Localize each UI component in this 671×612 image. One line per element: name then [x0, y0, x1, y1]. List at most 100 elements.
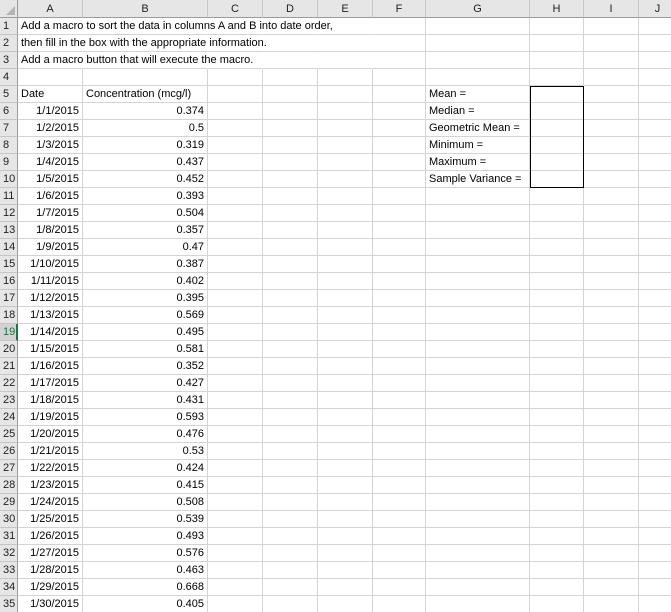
cell-c6[interactable] [208, 103, 263, 120]
row-header-26[interactable]: 26 [0, 443, 18, 460]
cell-g28[interactable] [426, 477, 530, 494]
cell-j13[interactable] [639, 222, 671, 239]
cell-i29[interactable] [584, 494, 639, 511]
cell-e6[interactable] [318, 103, 373, 120]
cell-g15[interactable] [426, 256, 530, 273]
cell-c8[interactable] [208, 137, 263, 154]
cell-b18[interactable]: 0.569 [83, 307, 208, 324]
cell-e21[interactable] [318, 358, 373, 375]
cell-g14[interactable] [426, 239, 530, 256]
cell-c25[interactable] [208, 426, 263, 443]
cell-d5[interactable] [263, 86, 318, 103]
cell-b26[interactable]: 0.53 [83, 443, 208, 460]
cell-h24[interactable] [530, 409, 584, 426]
cell-a34[interactable]: 1/29/2015 [18, 579, 83, 596]
cell-e3[interactable] [318, 52, 373, 69]
cell-e9[interactable] [318, 154, 373, 171]
cell-j33[interactable] [639, 562, 671, 579]
cell-g12[interactable] [426, 205, 530, 222]
cell-h25[interactable] [530, 426, 584, 443]
cell-d20[interactable] [263, 341, 318, 358]
cell-h31[interactable] [530, 528, 584, 545]
cell-h18[interactable] [530, 307, 584, 324]
cell-f27[interactable] [373, 460, 426, 477]
cell-g13[interactable] [426, 222, 530, 239]
row-header-8[interactable]: 8 [0, 137, 18, 154]
cell-j27[interactable] [639, 460, 671, 477]
cell-a26[interactable]: 1/21/2015 [18, 443, 83, 460]
cell-e28[interactable] [318, 477, 373, 494]
row-header-3[interactable]: 3 [0, 52, 18, 69]
cell-e29[interactable] [318, 494, 373, 511]
cell-f13[interactable] [373, 222, 426, 239]
cell-i22[interactable] [584, 375, 639, 392]
cell-b28[interactable]: 0.415 [83, 477, 208, 494]
cell-i6[interactable] [584, 103, 639, 120]
cell-b27[interactable]: 0.424 [83, 460, 208, 477]
cell-b15[interactable]: 0.387 [83, 256, 208, 273]
cell-f15[interactable] [373, 256, 426, 273]
cell-j8[interactable] [639, 137, 671, 154]
cell-h28[interactable] [530, 477, 584, 494]
cell-f8[interactable] [373, 137, 426, 154]
column-header-d[interactable]: D [263, 0, 318, 18]
cell-i33[interactable] [584, 562, 639, 579]
cell-j35[interactable] [639, 596, 671, 612]
cell-i24[interactable] [584, 409, 639, 426]
cell-e34[interactable] [318, 579, 373, 596]
cell-e24[interactable] [318, 409, 373, 426]
cell-g17[interactable] [426, 290, 530, 307]
cell-b10[interactable]: 0.452 [83, 171, 208, 188]
cell-e26[interactable] [318, 443, 373, 460]
column-header-b[interactable]: B [83, 0, 208, 18]
column-header-j[interactable]: J [639, 0, 671, 18]
cell-g22[interactable] [426, 375, 530, 392]
cell-e15[interactable] [318, 256, 373, 273]
row-header-22[interactable]: 22 [0, 375, 18, 392]
cell-h27[interactable] [530, 460, 584, 477]
cell-g21[interactable] [426, 358, 530, 375]
cell-j14[interactable] [639, 239, 671, 256]
cell-f21[interactable] [373, 358, 426, 375]
cell-d30[interactable] [263, 511, 318, 528]
column-header-c[interactable]: C [208, 0, 263, 18]
cell-c16[interactable] [208, 273, 263, 290]
cell-g26[interactable] [426, 443, 530, 460]
row-header-27[interactable]: 27 [0, 460, 18, 477]
row-header-21[interactable]: 21 [0, 358, 18, 375]
cell-f6[interactable] [373, 103, 426, 120]
cell-i31[interactable] [584, 528, 639, 545]
cell-f19[interactable] [373, 324, 426, 341]
cell-g24[interactable] [426, 409, 530, 426]
cell-c9[interactable] [208, 154, 263, 171]
cell-a27[interactable]: 1/22/2015 [18, 460, 83, 477]
cell-i4[interactable] [584, 69, 639, 86]
cell-g29[interactable] [426, 494, 530, 511]
cell-a29[interactable]: 1/24/2015 [18, 494, 83, 511]
row-header-34[interactable]: 34 [0, 579, 18, 596]
cell-b23[interactable]: 0.431 [83, 392, 208, 409]
cell-a9[interactable]: 1/4/2015 [18, 154, 83, 171]
cell-g9[interactable]: Maximum = [426, 154, 530, 171]
cell-e18[interactable] [318, 307, 373, 324]
cell-d25[interactable] [263, 426, 318, 443]
cell-g23[interactable] [426, 392, 530, 409]
cell-c23[interactable] [208, 392, 263, 409]
cell-i13[interactable] [584, 222, 639, 239]
cell-b32[interactable]: 0.576 [83, 545, 208, 562]
cell-i32[interactable] [584, 545, 639, 562]
row-header-23[interactable]: 23 [0, 392, 18, 409]
cell-c26[interactable] [208, 443, 263, 460]
cell-b5[interactable]: Concentration (mcg/l) [83, 86, 208, 103]
cell-a15[interactable]: 1/10/2015 [18, 256, 83, 273]
row-header-9[interactable]: 9 [0, 154, 18, 171]
cell-j18[interactable] [639, 307, 671, 324]
cell-f34[interactable] [373, 579, 426, 596]
cell-f16[interactable] [373, 273, 426, 290]
cell-c28[interactable] [208, 477, 263, 494]
cell-c27[interactable] [208, 460, 263, 477]
cell-b34[interactable]: 0.668 [83, 579, 208, 596]
cell-d32[interactable] [263, 545, 318, 562]
row-header-18[interactable]: 18 [0, 307, 18, 324]
cell-a16[interactable]: 1/11/2015 [18, 273, 83, 290]
